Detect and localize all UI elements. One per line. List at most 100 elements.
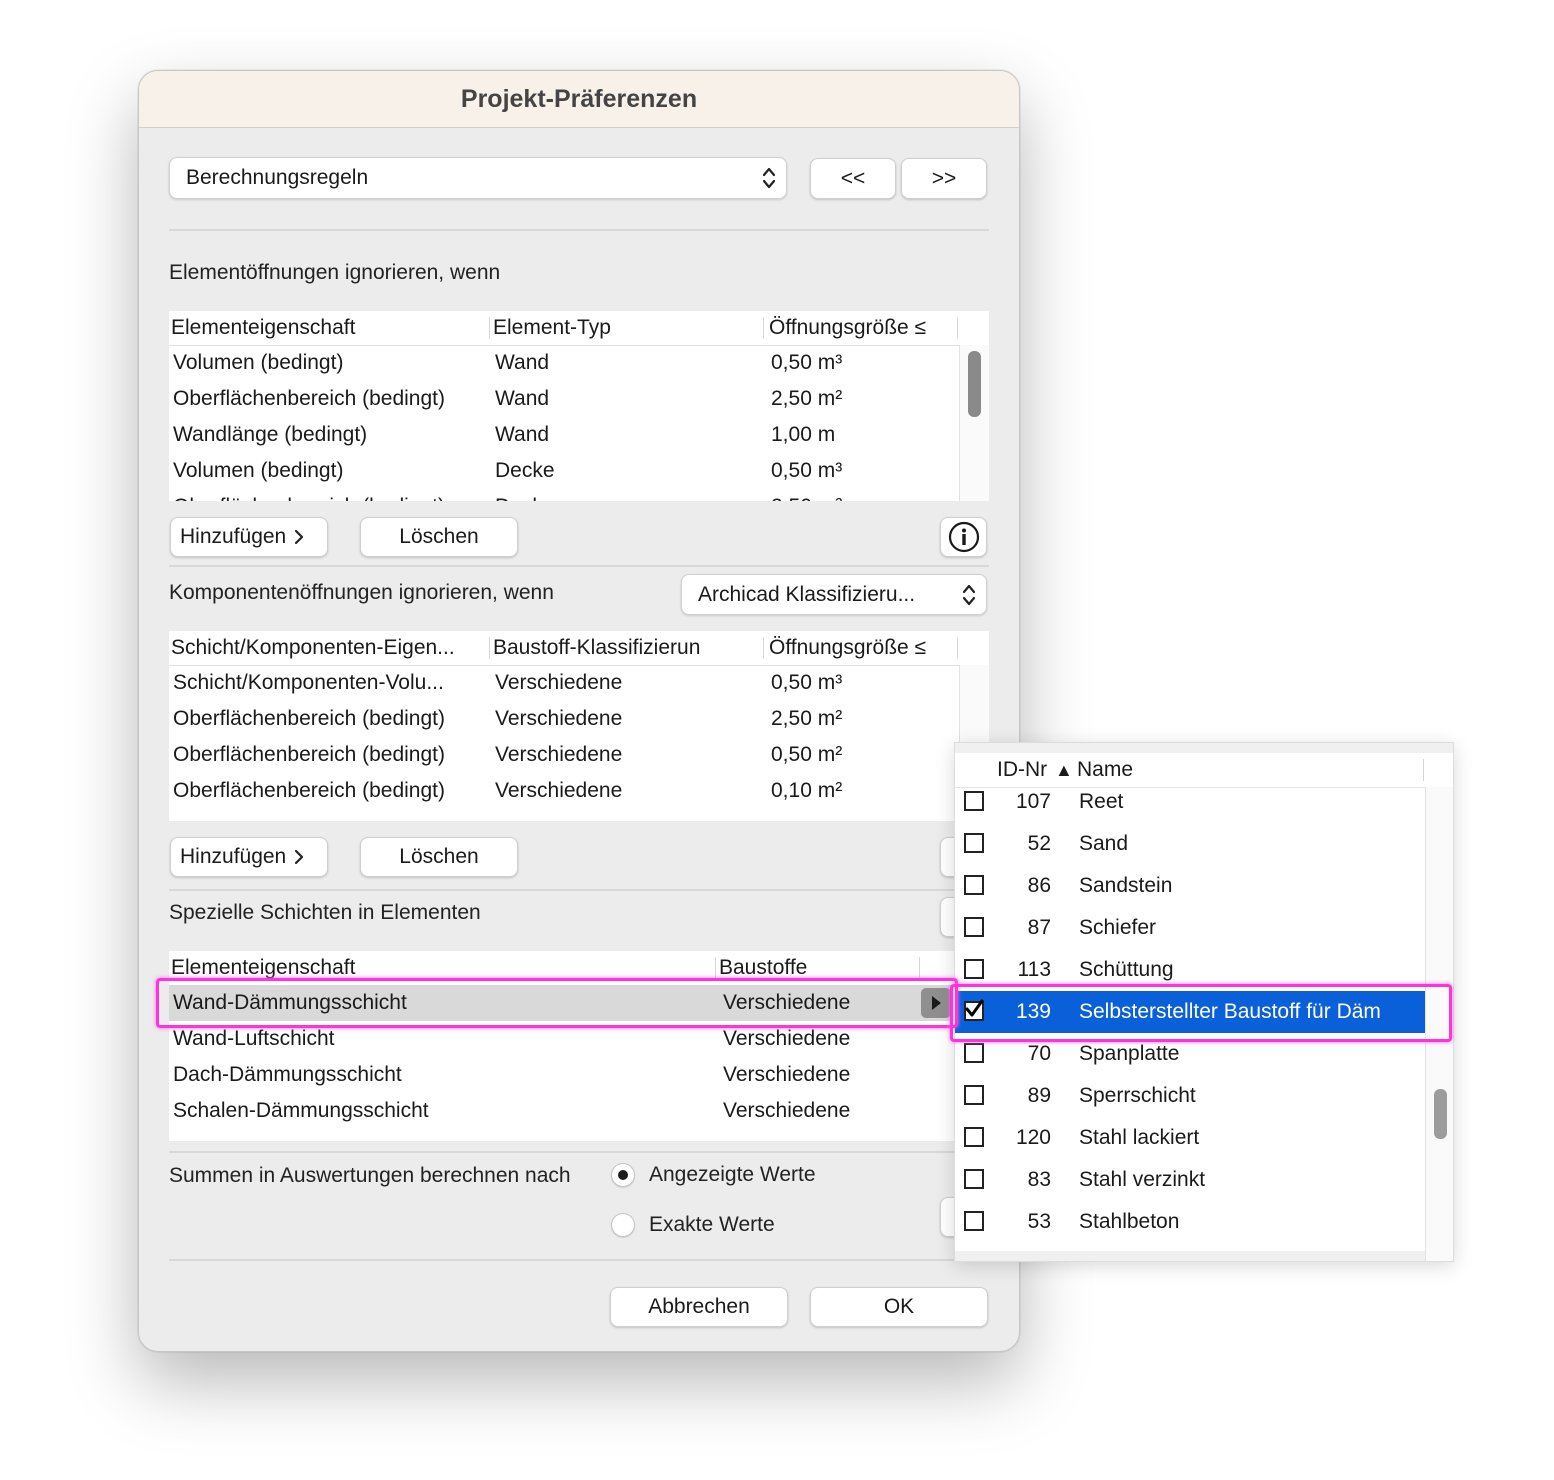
table-row[interactable]: Oberflächenbereich (bedingt) Verschieden… <box>169 701 989 737</box>
material-id: 89 <box>1027 1084 1051 1107</box>
table-row[interactable]: Volumen (bedingt) Wand 0,50 m³ <box>169 345 989 381</box>
table-header: Schicht/Komponenten-Eigen... Baustoff-Kl… <box>169 631 989 666</box>
radio-displayed-values-label[interactable]: Angezeigte Werte <box>649 1163 816 1187</box>
preferences-page-select-value: Berechnungsregeln <box>186 166 369 189</box>
material-id: 107 <box>1015 790 1051 813</box>
material-name: Stahl verzinkt <box>1079 1168 1206 1191</box>
expand-popup-button[interactable] <box>921 988 951 1018</box>
checkbox[interactable] <box>964 917 984 937</box>
material-list-item[interactable]: 53 Stahlbeton <box>955 1201 1425 1243</box>
checkbox[interactable] <box>964 1085 984 1105</box>
checkbox[interactable] <box>964 833 984 853</box>
material-name: Stahl lackiert <box>1079 1126 1200 1149</box>
previous-page-button[interactable]: << <box>810 158 896 199</box>
material-list-item[interactable]: 52 Sand <box>955 823 1425 865</box>
divider <box>169 565 989 567</box>
chevron-right-icon <box>295 849 304 865</box>
classification-select-value: Archicad Klassifizieru... <box>698 582 916 606</box>
material-id: 120 <box>1015 1126 1051 1149</box>
checkbox[interactable] <box>964 959 984 979</box>
material-list-item[interactable]: 107 Reet <box>955 781 1425 823</box>
vertical-scrollbar[interactable] <box>1425 787 1453 1261</box>
material-id: 83 <box>1027 1168 1051 1191</box>
special-layers-table[interactable]: Elementeigenschaft Baustoffe Wand-Dämmun… <box>169 951 989 1141</box>
scrollbar-thumb[interactable] <box>968 351 981 417</box>
material-list-item[interactable]: 83 Stahl verzinkt <box>955 1159 1425 1201</box>
info-icon <box>948 521 979 553</box>
checkbox[interactable] <box>964 791 984 811</box>
radio-displayed-values[interactable] <box>611 1163 635 1187</box>
preferences-page-select[interactable]: Berechnungsregeln <box>169 157 787 199</box>
element-openings-title: Elementöffnungen ignorieren, wenn <box>169 261 501 284</box>
material-picker-popup[interactable]: ID-Nr ▲ Name 107 Reet 52 Sand 86 Sandstein 87 S… <box>954 742 1454 1262</box>
column-header[interactable]: Elementeigenschaft <box>171 311 481 345</box>
material-list-item-selected[interactable]: 139 Selbsterstellter Baustoff für Däm <box>955 991 1425 1033</box>
radio-exact-values-label[interactable]: Exakte Werte <box>649 1213 775 1237</box>
chevron-right-icon <box>295 529 304 545</box>
radio-exact-values[interactable] <box>611 1213 635 1237</box>
element-openings-table[interactable]: Elementeigenschaft Element-Typ Öffnungsg… <box>169 311 989 501</box>
component-openings-table[interactable]: Schicht/Komponenten-Eigen... Baustoff-Kl… <box>169 631 989 821</box>
ok-button[interactable]: OK <box>810 1287 988 1327</box>
material-list-item[interactable]: 70 Spanplatte <box>955 1033 1425 1075</box>
add-element-opening-button[interactable]: Hinzufügen <box>170 517 328 557</box>
dialog-title: Projekt-Präferenzen <box>139 71 1019 128</box>
table-header: Elementeigenschaft Baustoffe <box>169 951 989 985</box>
table-row[interactable]: Wand-Luftschicht Verschiedene <box>169 1021 989 1057</box>
checkmark-icon <box>965 999 984 1017</box>
table-row[interactable]: Schicht/Komponenten-Volu... Verschiedene… <box>169 665 989 701</box>
classification-select[interactable]: Archicad Klassifizieru... <box>681 574 987 615</box>
delete-element-opening-button[interactable]: Löschen <box>360 517 518 557</box>
column-header[interactable]: Baustoffe <box>719 951 919 985</box>
column-header[interactable]: Baustoff-Klassifizierun <box>493 631 731 665</box>
material-list-item[interactable]: 87 Schiefer <box>955 907 1425 949</box>
vertical-scrollbar[interactable] <box>959 345 989 501</box>
table-row-selected[interactable]: Wand-Dämmungsschicht Verschiedene <box>169 985 989 1021</box>
column-header[interactable]: Öffnungsgröße ≤ <box>769 311 959 345</box>
material-name: Sperrschicht <box>1079 1084 1196 1107</box>
table-row[interactable]: Oberflächenbereich (bedingt) Verschieden… <box>169 773 989 809</box>
table-row[interactable]: Oberflächenbereich (bedingt) Wand 2,50 m… <box>169 381 989 417</box>
column-header[interactable]: Element-Typ <box>493 311 733 345</box>
next-page-button[interactable]: >> <box>901 158 987 199</box>
updown-chevron-icon <box>962 584 976 605</box>
table-row[interactable]: Oberflächenbereich (bedingt) Decke 2,50 … <box>169 489 989 501</box>
divider <box>169 1151 989 1153</box>
table-row[interactable]: Wandlänge (bedingt) Wand 1,00 m <box>169 417 989 453</box>
add-component-opening-button[interactable]: Hinzufügen <box>170 837 328 877</box>
info-button[interactable] <box>940 517 987 557</box>
material-list-item[interactable]: 113 Schüttung <box>955 949 1425 991</box>
project-preferences-dialog: Projekt-Präferenzen Berechnungsregeln <<… <box>138 70 1020 1352</box>
cancel-button[interactable]: Abbrechen <box>610 1287 788 1327</box>
checkbox[interactable] <box>964 1211 984 1231</box>
checkbox[interactable] <box>964 875 984 895</box>
checkbox[interactable] <box>964 1169 984 1189</box>
divider <box>169 229 989 231</box>
material-id: 87 <box>1027 916 1051 939</box>
table-row[interactable]: Oberflächenbereich (bedingt) Verschieden… <box>169 737 989 773</box>
material-list-item[interactable]: 120 Stahl lackiert <box>955 1117 1425 1159</box>
table-row[interactable]: Volumen (bedingt) Decke 0,50 m³ <box>169 453 989 489</box>
material-name: Reet <box>1079 790 1124 813</box>
checkbox-checked[interactable] <box>964 999 984 1021</box>
column-header[interactable]: Schicht/Komponenten-Eigen... <box>171 631 483 665</box>
material-id: 113 <box>1017 958 1051 981</box>
material-id: 70 <box>1027 1042 1051 1065</box>
column-header[interactable]: Elementeigenschaft <box>171 951 711 985</box>
material-list-item[interactable]: 89 Sperrschicht <box>955 1075 1425 1117</box>
material-list-item[interactable]: 86 Sandstein <box>955 865 1425 907</box>
material-id: 86 <box>1027 874 1051 897</box>
scrollbar-thumb[interactable] <box>1434 1089 1447 1139</box>
material-name: Sand <box>1079 832 1129 855</box>
material-id: 52 <box>1027 832 1051 855</box>
table-row[interactable]: Schalen-Dämmungsschicht Verschiedene <box>169 1093 989 1129</box>
checkbox[interactable] <box>964 1127 984 1147</box>
divider <box>169 1259 989 1261</box>
material-id: 53 <box>1027 1210 1051 1233</box>
table-row[interactable]: Dach-Dämmungsschicht Verschiedene <box>169 1057 989 1093</box>
column-header[interactable]: Öffnungsgröße ≤ <box>769 631 959 665</box>
checkbox[interactable] <box>964 1043 984 1063</box>
material-name: Schiefer <box>1079 916 1157 939</box>
delete-component-opening-button[interactable]: Löschen <box>360 837 518 877</box>
material-name: Schüttung <box>1079 958 1174 981</box>
